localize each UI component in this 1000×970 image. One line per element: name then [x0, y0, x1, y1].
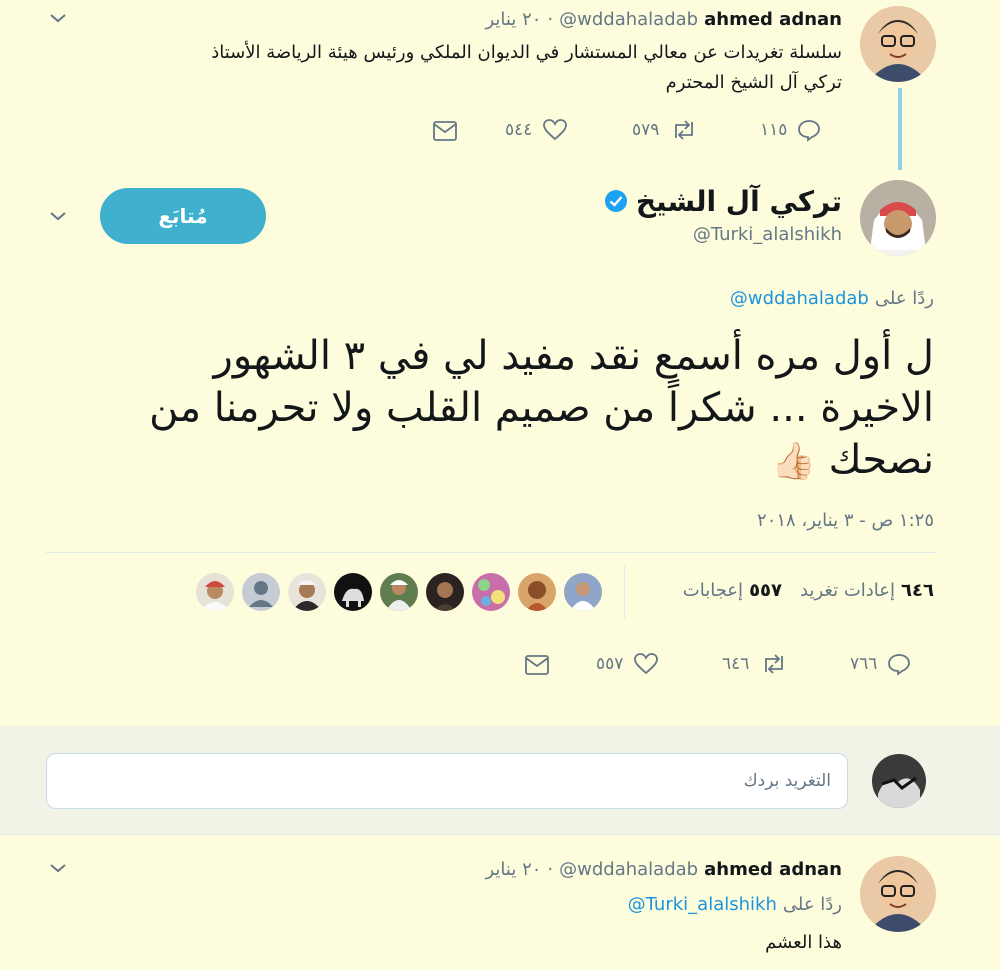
- tweet-date[interactable]: ٢٠ يناير: [485, 9, 541, 30]
- heart-icon: [634, 653, 659, 675]
- user-name[interactable]: ahmed adnan: [704, 859, 842, 880]
- retweet-icon: [765, 654, 784, 674]
- retweets-label: إعادات تغريد: [800, 580, 896, 601]
- dot-separator: ·: [547, 8, 554, 30]
- tweet-text-line-3: نصحك 👍🏻: [74, 434, 934, 488]
- retweets-stat[interactable]: ٦٤٦ إعادات تغريد: [800, 580, 934, 601]
- avatar-ahmed-adnan[interactable]: [860, 856, 936, 932]
- liker-avatar[interactable]: [380, 573, 418, 611]
- message-icon[interactable]: [432, 120, 458, 142]
- reply-count: ١١٥: [760, 120, 788, 140]
- avatar-turki-alalshikh[interactable]: [860, 180, 936, 256]
- tweet-text-line: ل أول مره أسمع نقد مفيد لي في ٣ الشهور: [213, 333, 934, 379]
- liker-avatar[interactable]: [564, 573, 602, 611]
- reply-to-handle[interactable]: @wddahaladab: [730, 288, 869, 309]
- tweet-text-word: نصحك: [828, 437, 934, 483]
- reply-input[interactable]: [47, 754, 847, 808]
- tweet-stats: ٦٤٦ إعادات تغريد ٥٥٧ إعجابات: [683, 580, 934, 601]
- likes-count: ٥٥٧: [749, 580, 783, 601]
- verified-badge-icon: [604, 190, 627, 212]
- tweet-text-line: سلسلة تغريدات عن معالي المستشار في الديو…: [211, 42, 842, 63]
- retweet-action[interactable]: ٥٧٩: [632, 118, 699, 142]
- tweet-header: ٢٠ يناير · @wddahaladab ahmed adnan: [485, 856, 842, 882]
- like-action[interactable]: ٥٤٤: [505, 118, 568, 142]
- chevron-down-icon[interactable]: [48, 8, 68, 28]
- likes-label: إعجابات: [682, 580, 744, 601]
- user-handle[interactable]: @Turki_alalshikh: [693, 224, 842, 245]
- tweet-date[interactable]: ٢٠ يناير: [485, 859, 541, 880]
- reply-count: ٧٦٦: [850, 654, 878, 674]
- user-handle[interactable]: @wddahaladab: [559, 9, 698, 30]
- retweet-action[interactable]: ٦٤٦: [722, 652, 789, 676]
- reply-to-prefix: ردًا على: [782, 894, 842, 915]
- liker-avatar[interactable]: [426, 573, 464, 611]
- user-name[interactable]: تركي آل الشيخ: [636, 185, 842, 218]
- tweet-text: سلسلة تغريدات عن معالي المستشار في الديو…: [42, 38, 842, 98]
- dot-separator: ·: [547, 858, 554, 880]
- divider: [0, 834, 1000, 835]
- avatar-ahmed-adnan[interactable]: [860, 6, 936, 82]
- reply-icon: [798, 120, 821, 142]
- reply-action[interactable]: ١١٥: [760, 118, 821, 142]
- divider: [46, 552, 936, 553]
- retweets-count: ٦٤٦: [901, 580, 934, 601]
- current-user-avatar[interactable]: [872, 754, 926, 808]
- reply-input-box[interactable]: [46, 753, 848, 809]
- liker-avatar[interactable]: [518, 573, 556, 611]
- liker-avatar[interactable]: [196, 573, 234, 611]
- liker-avatar[interactable]: [472, 573, 510, 611]
- reply-to-prefix: ردًا على: [874, 288, 934, 309]
- chevron-down-icon[interactable]: [48, 858, 68, 878]
- tweet-timestamp[interactable]: ١:٢٥ ص - ٣ يناير، ٢٠١٨: [757, 510, 934, 531]
- reply-action[interactable]: ٧٦٦: [850, 652, 911, 676]
- like-count: ٥٥٧: [596, 654, 624, 674]
- liker-avatar[interactable]: [334, 573, 372, 611]
- chevron-down-icon[interactable]: [48, 206, 68, 226]
- tweet-text: هذا العشم: [765, 932, 842, 953]
- user-name[interactable]: ahmed adnan: [704, 9, 842, 30]
- stats-separator: [624, 566, 625, 618]
- retweet-count: ٦٤٦: [722, 654, 750, 674]
- tweet-text-line: تركي آل الشيخ المحترم: [665, 72, 842, 93]
- reply-to-handle[interactable]: @Turki_alalshikh: [628, 894, 777, 915]
- like-count: ٥٤٤: [505, 120, 533, 140]
- tweet-header: ٢٠ يناير · @wddahaladab ahmed adnan: [485, 6, 842, 32]
- user-handle[interactable]: @wddahaladab: [559, 859, 698, 880]
- reply-icon: [888, 654, 911, 676]
- likes-stat[interactable]: ٥٥٧ إعجابات: [683, 580, 782, 601]
- reply-to-line: @Turki_alalshikh ردًا على: [628, 894, 842, 915]
- heart-icon: [543, 119, 568, 141]
- default-avatar-icon[interactable]: [242, 573, 280, 611]
- message-icon[interactable]: [524, 654, 550, 676]
- user-name-row: تركي آل الشيخ: [604, 184, 842, 218]
- follow-button[interactable]: مُتابَع: [100, 188, 266, 244]
- liker-avatar[interactable]: [288, 573, 326, 611]
- retweet-icon: [675, 120, 694, 140]
- like-action[interactable]: ٥٥٧: [596, 652, 659, 676]
- retweet-count: ٥٧٩: [632, 120, 660, 140]
- tweet-text-line: الاخيرة ... شكراً من صميم القلب ولا تحرم…: [149, 385, 934, 431]
- thumbs-up-emoji: 👍🏻: [771, 441, 816, 482]
- thread-line: [898, 88, 902, 170]
- reply-to-line: @wddahaladab ردًا على: [730, 288, 934, 309]
- tweet-text: ل أول مره أسمع نقد مفيد لي في ٣ الشهور ا…: [74, 330, 934, 488]
